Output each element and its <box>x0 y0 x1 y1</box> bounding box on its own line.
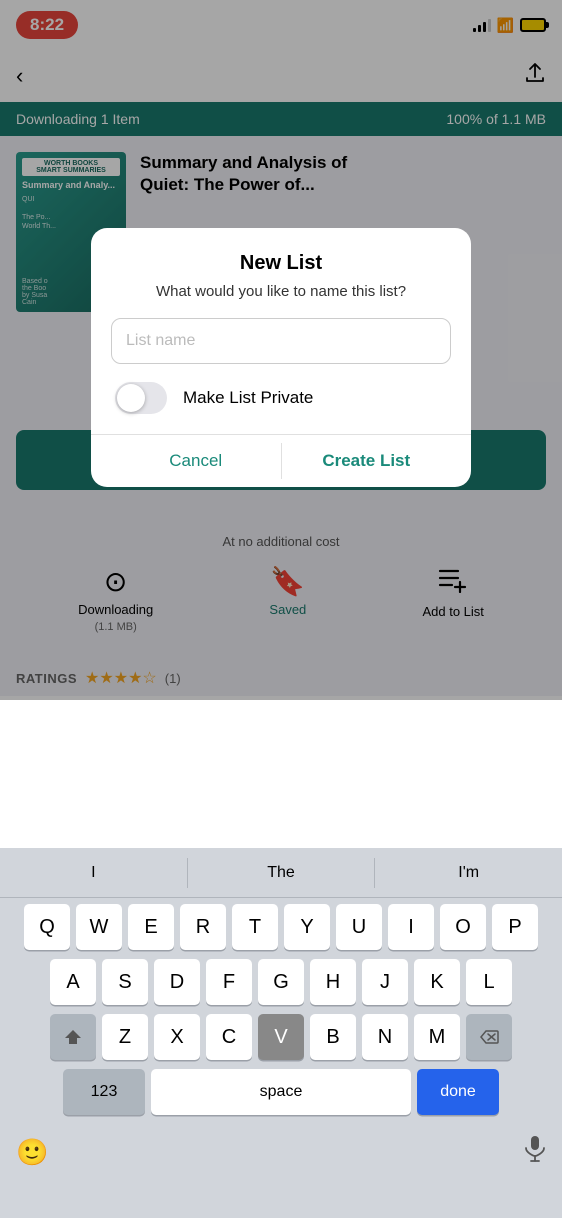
key-b[interactable]: B <box>310 1014 356 1060</box>
key-s[interactable]: S <box>102 959 148 1005</box>
done-key[interactable]: done <box>417 1069 499 1115</box>
suggestion-i[interactable]: I <box>0 856 187 890</box>
key-w[interactable]: W <box>76 904 122 950</box>
key-c[interactable]: C <box>206 1014 252 1060</box>
key-e[interactable]: E <box>128 904 174 950</box>
toggle-row: Make List Private <box>111 382 451 414</box>
key-r[interactable]: R <box>180 904 226 950</box>
key-l[interactable]: L <box>466 959 512 1005</box>
private-list-toggle[interactable] <box>115 382 167 414</box>
key-row-1: Q W E R T Y U I O P <box>4 904 558 950</box>
key-m[interactable]: M <box>414 1014 460 1060</box>
key-j[interactable]: J <box>362 959 408 1005</box>
delete-key[interactable] <box>466 1014 512 1060</box>
key-d[interactable]: D <box>154 959 200 1005</box>
key-f[interactable]: F <box>206 959 252 1005</box>
keyboard-suggestions: I The I'm <box>0 848 562 898</box>
toggle-knob <box>117 384 145 412</box>
key-g[interactable]: G <box>258 959 304 1005</box>
key-h[interactable]: H <box>310 959 356 1005</box>
key-n[interactable]: N <box>362 1014 408 1060</box>
list-name-input[interactable] <box>111 318 451 364</box>
key-k[interactable]: K <box>414 959 460 1005</box>
dialog-title: New List <box>111 252 451 275</box>
key-z[interactable]: Z <box>102 1014 148 1060</box>
keyboard[interactable]: I The I'm Q W E R T Y U I O P A S D F G … <box>0 848 562 1218</box>
key-u[interactable]: U <box>336 904 382 950</box>
key-row-3: Z X C V B N M <box>4 1014 558 1060</box>
cancel-button[interactable]: Cancel <box>111 435 281 487</box>
key-q[interactable]: Q <box>24 904 70 950</box>
emoji-key[interactable]: 🙂 <box>16 1137 48 1168</box>
mic-key[interactable] <box>524 1135 546 1170</box>
key-o[interactable]: O <box>440 904 486 950</box>
key-row-2: A S D F G H J K L <box>4 959 558 1005</box>
key-y[interactable]: Y <box>284 904 330 950</box>
key-p[interactable]: P <box>492 904 538 950</box>
new-list-dialog: New List What would you like to name thi… <box>91 228 471 487</box>
dialog-subtitle: What would you like to name this list? <box>111 283 451 300</box>
key-t[interactable]: T <box>232 904 278 950</box>
create-list-button[interactable]: Create List <box>282 435 452 487</box>
keyboard-bottom: 🙂 <box>0 1124 562 1184</box>
keyboard-rows: Q W E R T Y U I O P A S D F G H J K L <box>0 898 562 1115</box>
key-row-4: 123 space done <box>4 1069 558 1115</box>
toggle-label: Make List Private <box>183 388 313 408</box>
space-key[interactable]: space <box>151 1069 411 1115</box>
key-v[interactable]: V <box>258 1014 304 1060</box>
numbers-key[interactable]: 123 <box>63 1069 145 1115</box>
shift-key[interactable] <box>50 1014 96 1060</box>
dialog-buttons: Cancel Create List <box>111 435 451 487</box>
key-x[interactable]: X <box>154 1014 200 1060</box>
key-a[interactable]: A <box>50 959 96 1005</box>
key-i[interactable]: I <box>388 904 434 950</box>
suggestion-the[interactable]: The <box>188 856 375 890</box>
suggestion-im[interactable]: I'm <box>375 856 562 890</box>
